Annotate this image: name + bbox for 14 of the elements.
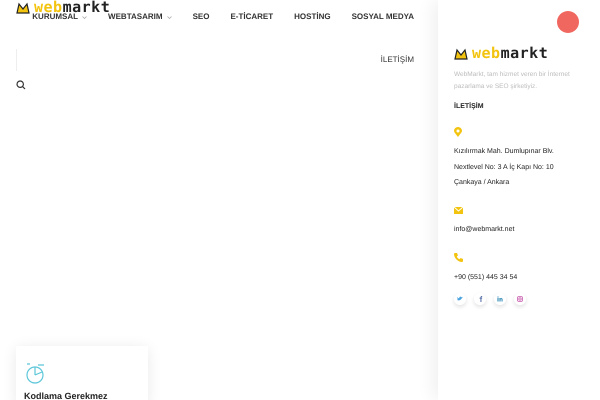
- nav-link[interactable]: WEBTASARIM: [108, 11, 172, 23]
- letter-f-icon[interactable]: [474, 293, 486, 306]
- bird-icon[interactable]: [454, 293, 466, 306]
- nav-link[interactable]: SOSYAL MEDYA: [352, 11, 414, 23]
- contact-link[interactable]: İLETİŞİM: [380, 54, 422, 66]
- card-title: Kodlama Gerekmez: [24, 390, 109, 400]
- nav-link[interactable]: SEO: [192, 11, 210, 23]
- nav-link[interactable]: E-TİCARET: [230, 11, 274, 23]
- close-button[interactable]: [557, 11, 579, 33]
- nav-link[interactable]: HOSTİNG: [294, 11, 331, 23]
- logo: webmarkt: [454, 46, 592, 61]
- nav-link[interactable]: KURUMSAL: [32, 11, 88, 23]
- linkedin-glyph-icon[interactable]: [494, 293, 506, 306]
- camera-icon[interactable]: [514, 293, 526, 306]
